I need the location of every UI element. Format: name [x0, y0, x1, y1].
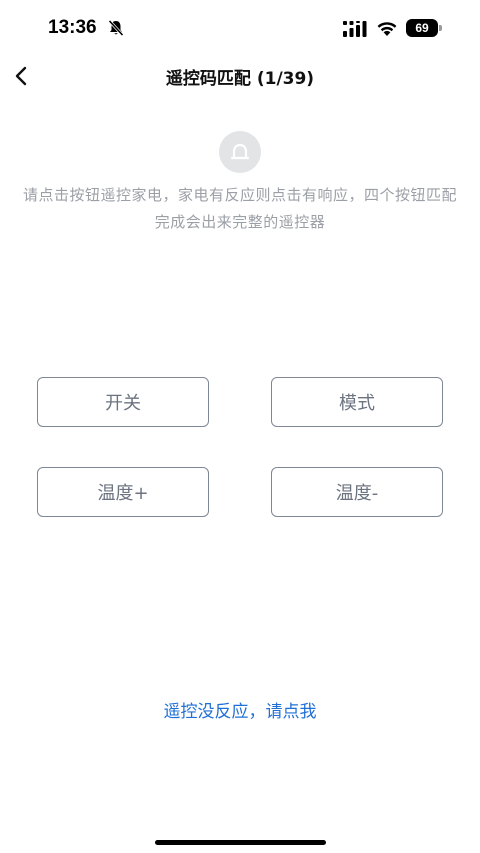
battery-icon: 69 — [406, 19, 442, 37]
power-button[interactable]: 开关 — [37, 377, 209, 427]
battery-level: 69 — [406, 19, 438, 37]
signal-icon — [343, 21, 369, 37]
bell-slash-icon — [107, 19, 125, 37]
mode-button[interactable]: 模式 — [271, 377, 443, 427]
instruction-text: 请点击按钮遥控家电，家电有反应则点击有响应，四个按钮匹配完成会出来完整的遥控器 — [22, 186, 457, 231]
remote-control-icon — [219, 131, 261, 173]
temperature-up-button[interactable]: 温度+ — [37, 467, 209, 517]
status-bar: 13:36 69 — [0, 0, 480, 58]
wifi-icon — [376, 19, 398, 37]
no-response-link[interactable]: 遥控没反应，请点我 — [0, 697, 480, 722]
battery-cap — [439, 25, 442, 31]
home-indicator — [155, 840, 326, 845]
remote-code-matching-screen: 13:36 69 遥控码匹配 (1/39) 请点击按钮遥控家电，家电有反应则点击… — [0, 0, 480, 853]
status-time: 13:36 — [48, 17, 97, 38]
page-title: 遥控码匹配 (1/39) — [165, 69, 315, 89]
temperature-down-button[interactable]: 温度- — [271, 467, 443, 517]
